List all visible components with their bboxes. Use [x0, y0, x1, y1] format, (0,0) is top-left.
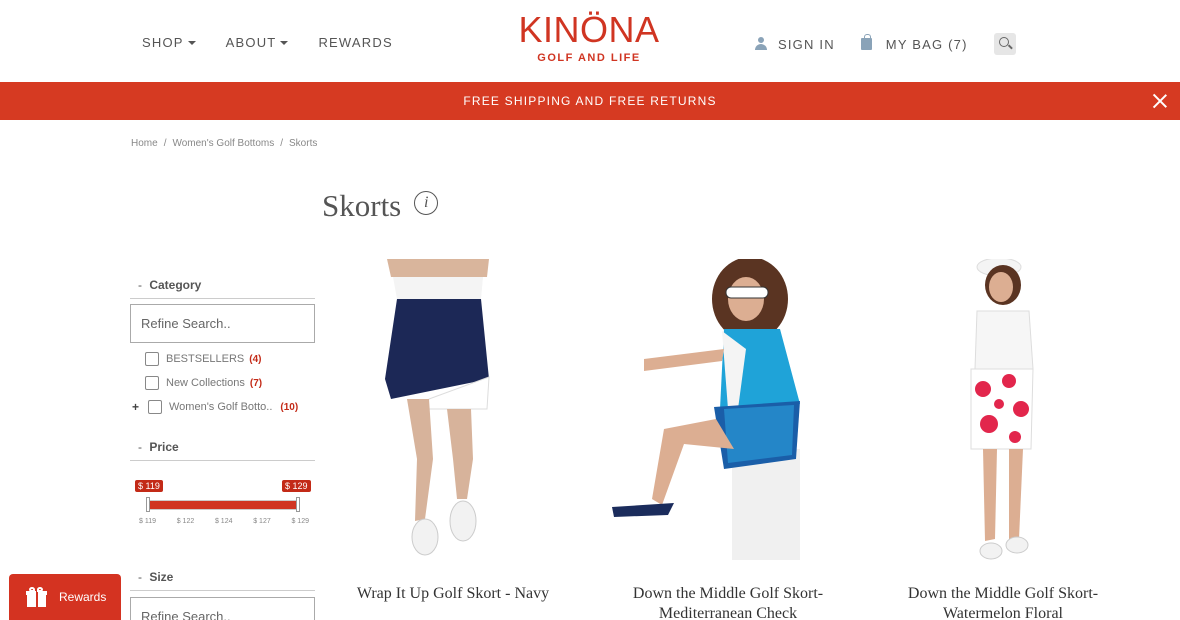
collapse-icon: - [138, 440, 142, 454]
slider-track[interactable] [146, 500, 299, 510]
sign-in-label: SIGN IN [778, 36, 835, 52]
filter-option-bestsellers[interactable]: BESTSELLERS (4) [145, 352, 262, 366]
product-card[interactable]: Down the Middle Golf Skort-Mediterranean… [604, 259, 852, 620]
product-image[interactable] [329, 259, 577, 560]
filter-price-header[interactable]: - Price [130, 440, 315, 461]
product-card[interactable]: Down the Middle Golf Skort-Watermelon Fl… [879, 259, 1127, 620]
slider-tick-label: $ 122 [176, 518, 195, 525]
slider-min-handle[interactable] [146, 497, 150, 512]
breadcrumb: Home / Women's Golf Bottoms / Skorts [131, 138, 318, 149]
nav-about-label: ABOUT [225, 35, 277, 50]
logo-wordmark: KINÖNA [503, 10, 675, 50]
filter-category-title: Category [149, 278, 202, 292]
rewards-button[interactable]: Rewards [9, 574, 121, 620]
product-photo-watermelon-floral [879, 259, 1127, 560]
filter-option-label: Women's Golf Botto.. [169, 401, 273, 413]
filter-option-count: (10) [280, 401, 299, 413]
slider-tick-label: $ 129 [291, 518, 309, 525]
expand-icon[interactable]: + [132, 400, 139, 414]
slider-tick-label: $ 119 [139, 518, 156, 525]
filter-price-title: Price [149, 440, 179, 454]
checkbox[interactable] [145, 352, 159, 366]
nav-shop-label: SHOP [142, 35, 184, 50]
nav-about[interactable]: ABOUT [226, 35, 289, 50]
site-header: SHOP ABOUT REWARDS KINÖNA GOLF AND LIFE … [0, 0, 1180, 82]
product-name[interactable]: Wrap It Up Golf Skort - Navy [329, 584, 577, 604]
promo-banner-text: FREE SHIPPING AND FREE RETURNS [463, 94, 717, 108]
filter-option-count: (7) [249, 377, 263, 389]
filter-option-count: (4) [249, 353, 262, 365]
user-icon [755, 37, 767, 51]
slider-max-handle[interactable] [296, 497, 300, 512]
filter-size-header[interactable]: - Size [130, 570, 315, 591]
price-max-tooltip: $ 129 [282, 480, 311, 492]
filter-category-header[interactable]: - Category [130, 278, 315, 299]
page-title: Skorts i [322, 188, 439, 224]
product-image[interactable] [879, 259, 1127, 560]
checkbox[interactable] [145, 376, 159, 390]
chevron-down-icon [280, 40, 289, 45]
slider-tick-label: $ 127 [253, 518, 271, 525]
slider-ticks: $ 119 $ 122 $ 124 $ 127 $ 129 [139, 518, 309, 525]
sign-in-link[interactable]: SIGN IN [755, 37, 835, 52]
filter-option-label: BESTSELLERS [166, 353, 245, 365]
logo-word: KINÖNA [518, 9, 660, 50]
product-name[interactable]: Down the Middle Golf Skort-Watermelon Fl… [879, 584, 1127, 620]
collapse-icon: - [138, 278, 142, 292]
breadcrumb-home[interactable]: Home [131, 138, 158, 149]
price-min-tooltip: $ 119 [135, 480, 163, 492]
collapse-icon: - [138, 570, 142, 584]
promo-banner: FREE SHIPPING AND FREE RETURNS [0, 82, 1180, 120]
breadcrumb-skorts: Skorts [289, 138, 318, 149]
my-bag-label: MY BAG (7) [885, 36, 968, 52]
breadcrumb-womens-golf-bottoms[interactable]: Women's Golf Bottoms [172, 138, 274, 149]
price-range-slider[interactable]: $ 119 $ 129 $ 119 $ 122 $ 124 $ 127 $ 12… [134, 480, 314, 530]
slider-range-fill [147, 501, 298, 509]
product-photo-navy-skort [329, 259, 577, 560]
search-button[interactable] [993, 33, 1016, 55]
rewards-button-label: Rewards [59, 590, 107, 604]
info-icon[interactable]: i [414, 191, 439, 215]
account-nav: SIGN IN MY BAG (7) [755, 33, 1016, 55]
filter-option-label: New Collections [166, 377, 245, 389]
product-card[interactable]: Wrap It Up Golf Skort - Navy [329, 259, 577, 604]
logo-tagline: GOLF AND LIFE [537, 52, 641, 64]
filter-size-title: Size [149, 570, 174, 584]
close-icon[interactable] [1152, 93, 1168, 109]
my-bag-link[interactable]: MY BAG (7) [860, 34, 968, 52]
category-search-input[interactable]: Refine Search.. [130, 304, 315, 343]
product-image[interactable] [604, 259, 852, 560]
primary-nav: SHOP ABOUT REWARDS [142, 35, 423, 50]
brand-logo[interactable]: KINÖNA GOLF AND LIFE [503, 10, 675, 65]
product-name[interactable]: Down the Middle Golf Skort-Mediterranean… [604, 584, 852, 620]
size-search-input[interactable]: Refine Search.. [130, 597, 315, 620]
checkbox[interactable] [148, 400, 162, 414]
chevron-down-icon [187, 40, 196, 45]
filter-option-womens-golf-bottoms[interactable]: Women's Golf Botto.. (10) [148, 400, 298, 414]
gift-icon [26, 587, 47, 607]
product-photo-mediterranean-check [604, 259, 852, 560]
nav-rewards[interactable]: REWARDS [318, 35, 392, 50]
nav-shop[interactable]: SHOP [142, 35, 196, 50]
filter-option-new-collections[interactable]: New Collections (7) [145, 376, 262, 390]
page-title-text: Skorts [322, 188, 402, 223]
slider-tick-label: $ 124 [214, 518, 233, 525]
shopping-bag-icon [860, 34, 872, 50]
nav-rewards-label: REWARDS [318, 35, 393, 50]
